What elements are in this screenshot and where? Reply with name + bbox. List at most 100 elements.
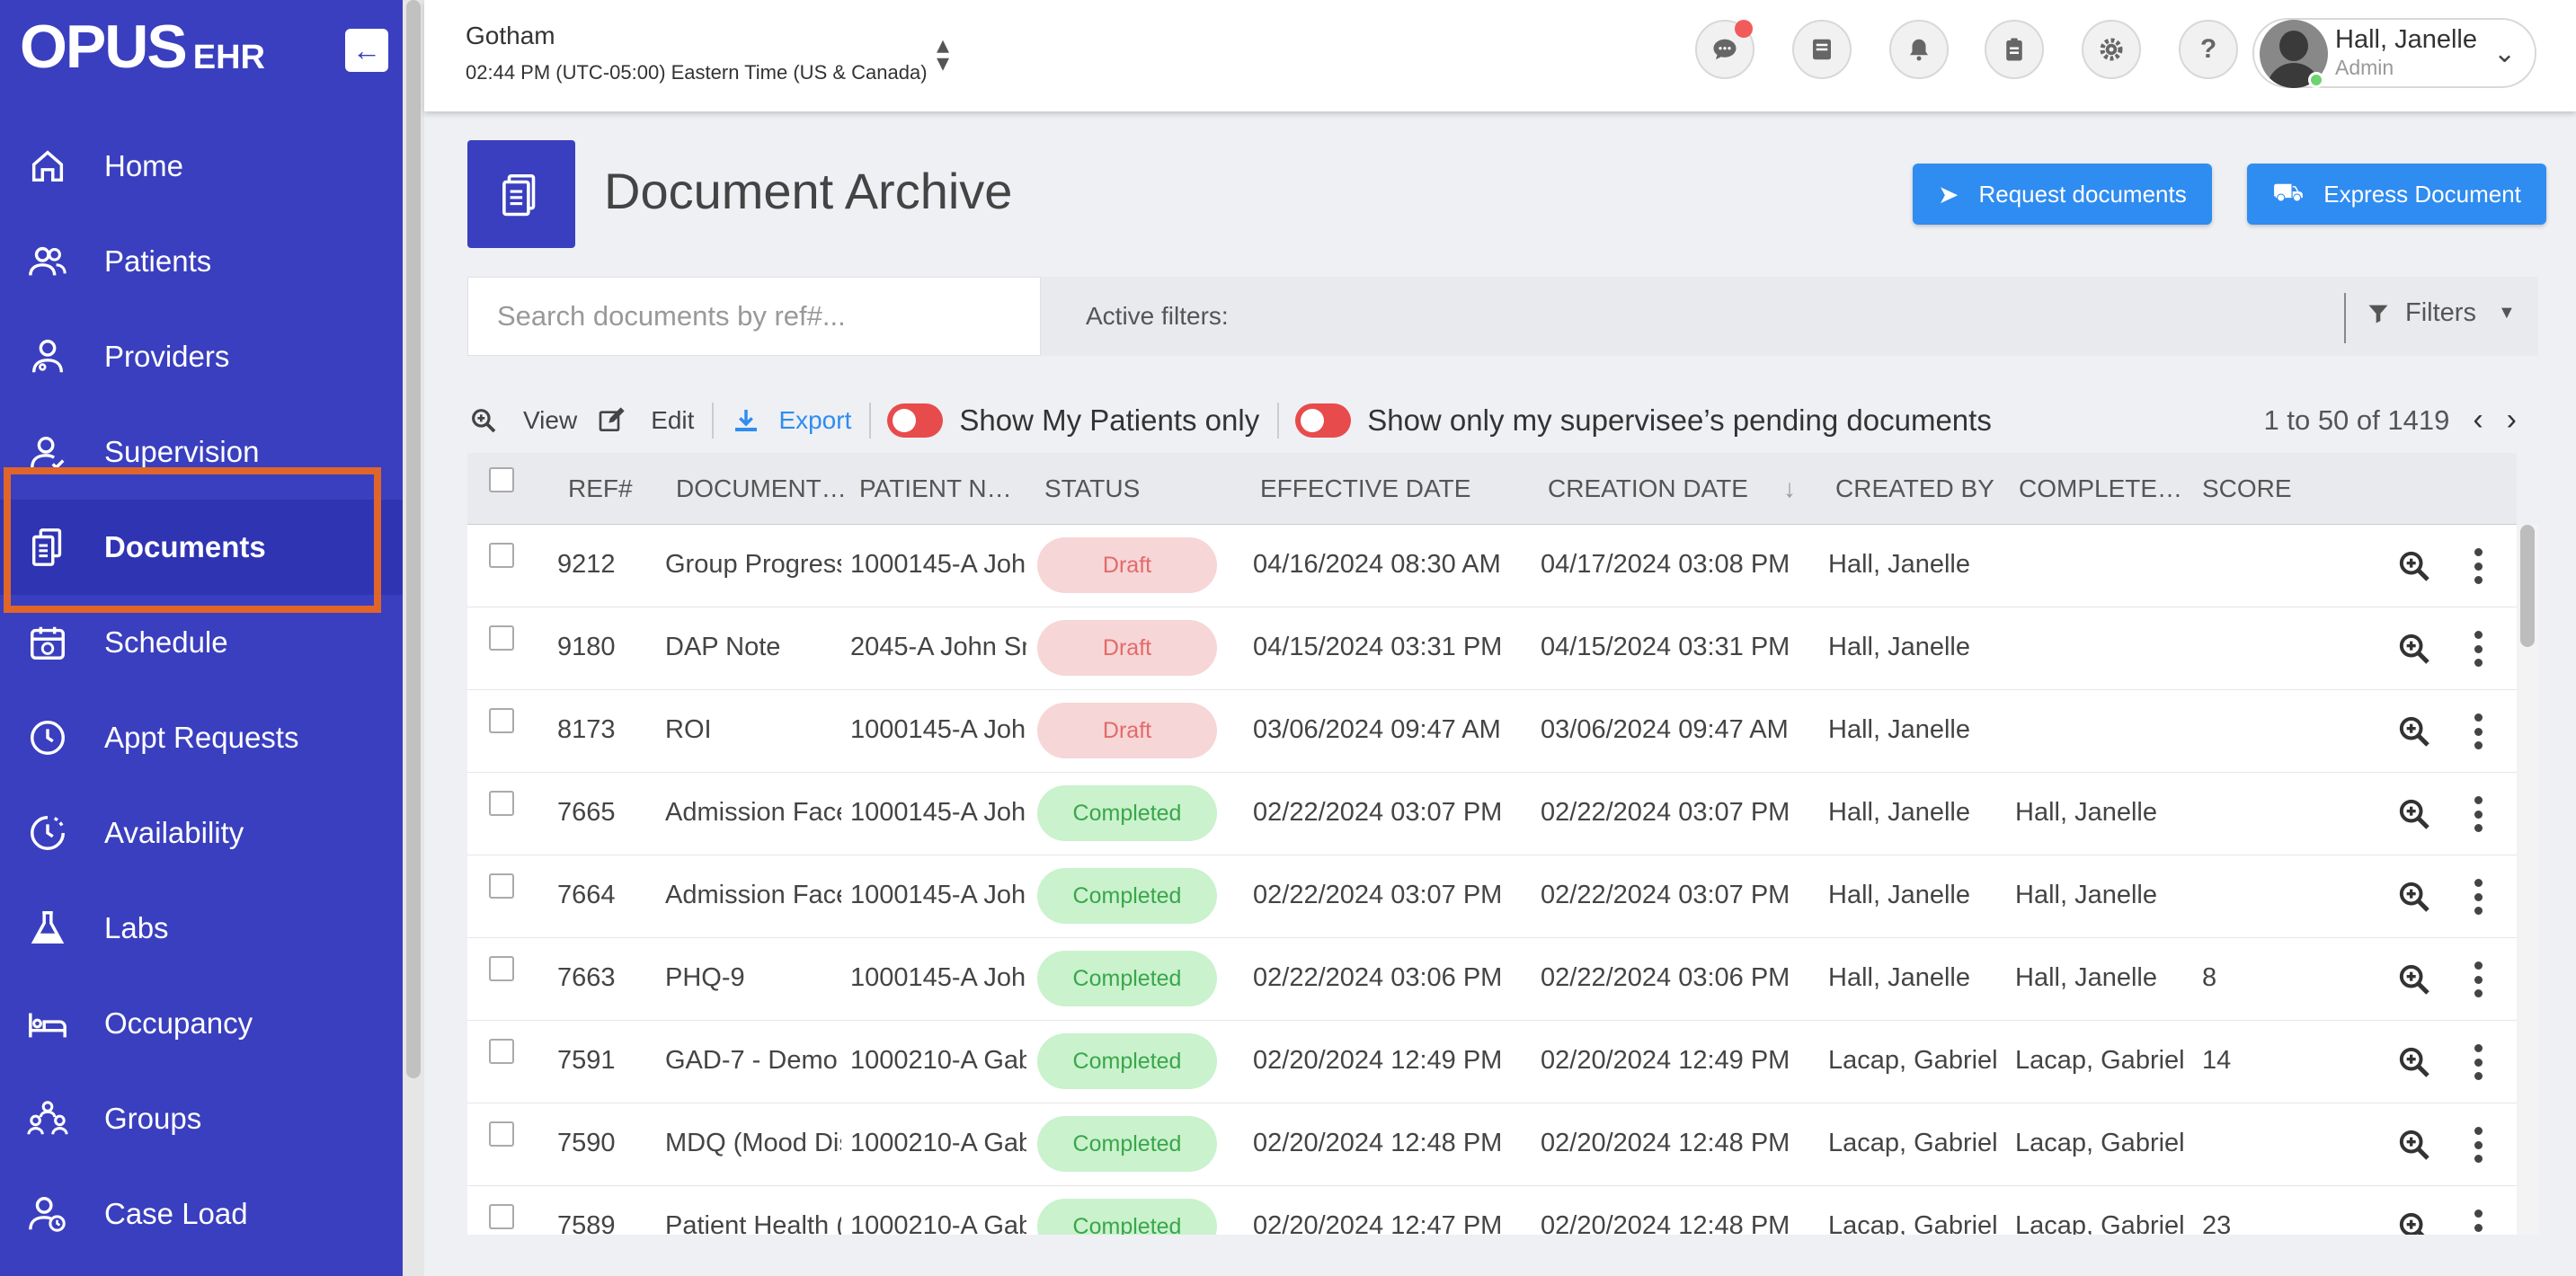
more-options-icon[interactable] xyxy=(2472,1044,2484,1080)
sidebar-scrollbar[interactable] xyxy=(403,0,424,1276)
sidebar-item-patients[interactable]: Patients xyxy=(0,214,403,309)
settings-button[interactable] xyxy=(2082,20,2141,79)
edit-button[interactable]: Edit xyxy=(595,404,694,437)
table-row[interactable]: 7589 Patient Health (1000210-A Gab Complet… xyxy=(467,1186,2517,1235)
cell-document: Patient Health ( xyxy=(665,1211,841,1235)
sidebar-item-appt-requests[interactable]: Appt Requests xyxy=(0,690,403,785)
sidebar-item-documents[interactable]: Documents xyxy=(0,500,403,595)
sort-desc-icon[interactable]: ↓ xyxy=(1783,474,1796,503)
more-options-icon[interactable] xyxy=(2472,631,2484,667)
table-row[interactable]: 7665 Admission Face 1000145-A John Complete… xyxy=(467,773,2517,855)
more-options-icon[interactable] xyxy=(2472,548,2484,584)
sidebar-item-home[interactable]: Home xyxy=(0,119,403,214)
more-options-icon[interactable] xyxy=(2472,796,2484,832)
notifications-button[interactable] xyxy=(1889,20,1949,79)
filter-icon xyxy=(2368,305,2388,323)
next-page-button[interactable]: › xyxy=(2507,403,2517,438)
view-document-zoom-icon[interactable] xyxy=(2396,631,2432,667)
column-document[interactable]: DOCUMENT… xyxy=(676,474,847,503)
sidebar-item-providers[interactable]: Providers xyxy=(0,309,403,404)
view-document-zoom-icon[interactable] xyxy=(2396,713,2432,749)
column-score[interactable]: SCORE xyxy=(2202,474,2292,503)
my-patients-switch[interactable] xyxy=(887,403,944,438)
user-menu[interactable]: Hall, Janelle Admin ⌄ xyxy=(2252,18,2536,88)
org-select-arrows-icon[interactable]: ▴ ▾ xyxy=(937,32,949,75)
sidebar-scroll-thumb[interactable] xyxy=(406,0,421,1078)
more-options-icon[interactable] xyxy=(2472,713,2484,749)
export-button[interactable]: Export xyxy=(730,404,851,437)
express-document-button[interactable]: ⛟ Express Document xyxy=(2247,164,2546,225)
column-creation-date[interactable]: CREATION DATE xyxy=(1548,474,1748,503)
view-document-zoom-icon[interactable] xyxy=(2396,961,2432,997)
row-checkbox[interactable] xyxy=(489,956,514,981)
row-checkbox[interactable] xyxy=(489,543,514,568)
more-options-icon[interactable] xyxy=(2472,961,2484,997)
view-document-zoom-icon[interactable] xyxy=(2396,796,2432,832)
table-row[interactable]: 7590 MDQ (Mood Dis 1000210-A Gab Completed 0… xyxy=(467,1103,2517,1186)
logo[interactable]: OPUS EHR xyxy=(20,16,265,77)
table-row[interactable]: 8173 ROI 1000145-A John Draft 03/06/2024 09:… xyxy=(467,690,2517,773)
supervisee-switch[interactable] xyxy=(1295,403,1352,438)
sidebar-item-label: Case Load xyxy=(104,1197,248,1230)
row-checkbox[interactable] xyxy=(489,873,514,899)
cell-creation-date: 04/15/2024 03:31 PM xyxy=(1541,633,1790,661)
table-row[interactable]: 9180 DAP Note 2045-A John Sm Draft 04/15/202… xyxy=(467,607,2517,690)
request-documents-button[interactable]: ➤ Request documents xyxy=(1913,164,2212,225)
row-checkbox[interactable] xyxy=(489,625,514,651)
cell-patient: 1000145-A John xyxy=(850,715,1026,744)
sidebar-item-groups[interactable]: Groups xyxy=(0,1071,403,1166)
column-patient[interactable]: PATIENT N… xyxy=(859,474,1012,503)
sidebar-item-labs[interactable]: Labs xyxy=(0,881,403,976)
cell-ref: 7663 xyxy=(557,963,616,992)
column-status[interactable]: STATUS xyxy=(1044,474,1140,503)
org-time: 02:44 PM (UTC-05:00) Eastern Time (US & … xyxy=(466,61,928,84)
view-document-zoom-icon[interactable] xyxy=(2396,548,2432,584)
cell-patient: 1000210-A Gab xyxy=(850,1211,1026,1235)
search-input[interactable] xyxy=(467,277,1041,356)
logo-sub: EHR xyxy=(192,39,265,76)
sidebar-item-schedule[interactable]: Schedule xyxy=(0,595,403,690)
table-scroll-thumb[interactable] xyxy=(2520,525,2535,647)
row-checkbox[interactable] xyxy=(489,1039,514,1064)
column-effective-date[interactable]: EFFECTIVE DATE xyxy=(1260,474,1470,503)
view-document-zoom-icon[interactable] xyxy=(2396,1127,2432,1163)
column-completed-by[interactable]: COMPLETE… xyxy=(2019,474,2182,503)
clipboard-button[interactable] xyxy=(1985,20,2044,79)
table-row[interactable]: 7663 PHQ-9 1000145-A John Completed 02/22/20… xyxy=(467,938,2517,1021)
more-options-icon[interactable] xyxy=(2472,879,2484,915)
cell-created-by: Lacap, Gabriel V xyxy=(1828,1046,2004,1075)
view-button[interactable]: View xyxy=(467,404,577,437)
row-checkbox[interactable] xyxy=(489,708,514,733)
table-scrollbar[interactable] xyxy=(2517,525,2538,1235)
row-checkbox[interactable] xyxy=(489,1204,514,1229)
view-document-zoom-icon[interactable] xyxy=(2396,1044,2432,1080)
book-button[interactable] xyxy=(1792,20,1852,79)
more-options-icon[interactable] xyxy=(2472,1127,2484,1163)
more-options-icon[interactable] xyxy=(2472,1210,2484,1235)
my-patients-toggle[interactable]: Show My Patients only xyxy=(887,403,1259,438)
table-row[interactable]: 7591 GAD-7 - Demo 1000210-A Gab Completed 02… xyxy=(467,1021,2517,1103)
row-checkbox[interactable] xyxy=(489,1121,514,1147)
filters-button[interactable]: Filters ▼ xyxy=(2366,298,2516,328)
cell-created-by: Hall, Janelle xyxy=(1828,633,1970,661)
clipboard-icon xyxy=(2006,38,2022,61)
sidebar-item-case-load[interactable]: Case Load xyxy=(0,1166,403,1262)
select-all-checkbox[interactable] xyxy=(489,467,514,492)
supervision-icon xyxy=(27,431,68,473)
view-document-zoom-icon[interactable] xyxy=(2396,1210,2432,1235)
collapse-sidebar-button[interactable]: ← xyxy=(345,29,388,72)
column-created-by[interactable]: CREATED BY xyxy=(1835,474,1994,503)
column-ref[interactable]: REF# xyxy=(568,474,633,503)
sidebar-item-availability[interactable]: Availability xyxy=(0,785,403,881)
sidebar-item-supervision[interactable]: Supervision xyxy=(0,404,403,500)
row-checkbox[interactable] xyxy=(489,791,514,816)
sidebar-item-occupancy[interactable]: Occupancy xyxy=(0,976,403,1071)
help-button[interactable]: ? xyxy=(2179,20,2238,79)
table-row[interactable]: 7664 Admission Face 1000145-A John Complete… xyxy=(467,855,2517,938)
view-document-zoom-icon[interactable] xyxy=(2396,879,2432,915)
chat-button[interactable] xyxy=(1695,20,1754,79)
table-row[interactable]: 9212 Group Progress 1000145-A John Draft 04/… xyxy=(467,525,2517,607)
prev-page-button[interactable]: ‹ xyxy=(2473,403,2483,438)
organization-selector[interactable]: Gotham 02:44 PM (UTC-05:00) Eastern Time… xyxy=(466,22,928,84)
supervisee-toggle[interactable]: Show only my supervisee’s pending docume… xyxy=(1295,403,1992,438)
